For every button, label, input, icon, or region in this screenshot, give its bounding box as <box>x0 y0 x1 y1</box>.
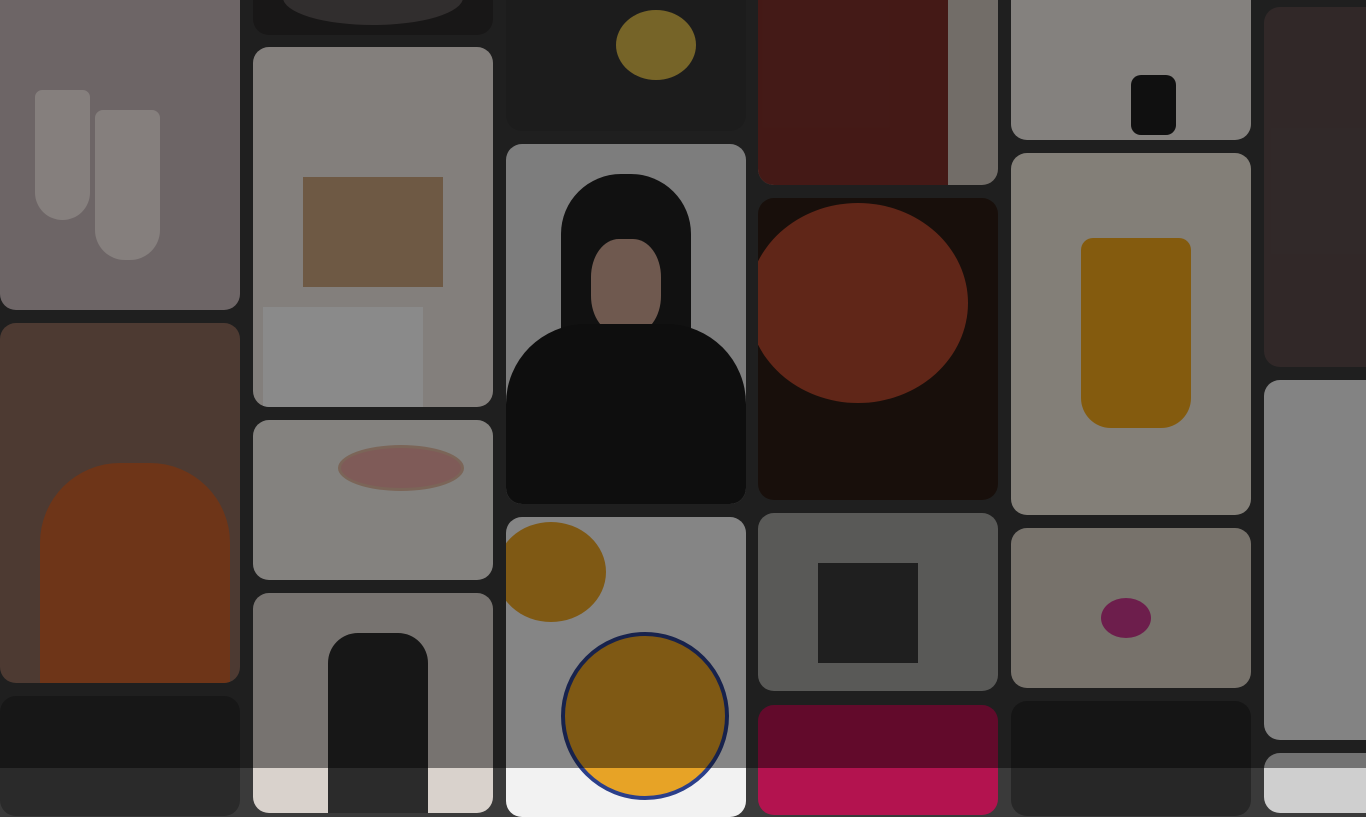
pin-milkshakes[interactable] <box>0 0 240 310</box>
portrait-jacket <box>506 324 746 504</box>
shirt-pattern <box>758 0 948 185</box>
dish-shape <box>283 0 463 25</box>
boots-shape <box>1131 75 1176 135</box>
clothes-rack <box>303 177 443 287</box>
pin-salad-bowl[interactable] <box>1011 701 1251 816</box>
pin-mother-daughter[interactable] <box>0 323 240 683</box>
pin-beach-family[interactable] <box>758 513 998 691</box>
pin-black-shirt[interactable] <box>253 593 493 813</box>
pin-spaghetti[interactable] <box>758 198 998 500</box>
lemon-shape <box>616 10 696 80</box>
pin-boots[interactable] <box>1011 0 1251 140</box>
pin-child-swing[interactable] <box>1264 380 1366 740</box>
pin-board <box>0 0 1366 817</box>
milkshake-glass-2 <box>95 110 160 260</box>
pin-pink-card[interactable] <box>758 705 998 815</box>
dresser <box>263 307 423 407</box>
dress-figure <box>40 463 230 683</box>
pin-woman-portrait[interactable] <box>506 144 746 504</box>
milkshake-glass-1 <box>35 90 90 220</box>
pin-mobile-toy[interactable] <box>253 420 493 580</box>
soup-bowl-small <box>506 522 606 622</box>
pin-hands-dough[interactable] <box>506 0 746 131</box>
juice-glass <box>1081 238 1191 428</box>
pin-nursery-closet[interactable] <box>253 47 493 407</box>
pin-coloring-book[interactable] <box>1011 528 1251 688</box>
pin-orange-juice[interactable] <box>1011 153 1251 515</box>
portrait-face <box>591 239 661 334</box>
coloring-flower <box>1101 598 1151 638</box>
pin-pumpkin-soup[interactable] <box>506 517 746 817</box>
pin-patterned-shirt[interactable] <box>758 0 998 185</box>
pin-dark-dish[interactable] <box>253 0 493 35</box>
pin-edge-bottom[interactable] <box>1264 753 1366 813</box>
family-figures <box>818 563 918 663</box>
mobile-ring <box>338 445 464 491</box>
shirt-figure <box>328 633 428 813</box>
soup-bowl-large <box>561 632 729 800</box>
pin-man-hat[interactable] <box>0 696 240 816</box>
pin-fashion-coat[interactable] <box>1264 7 1366 367</box>
pasta-plate <box>758 203 968 403</box>
